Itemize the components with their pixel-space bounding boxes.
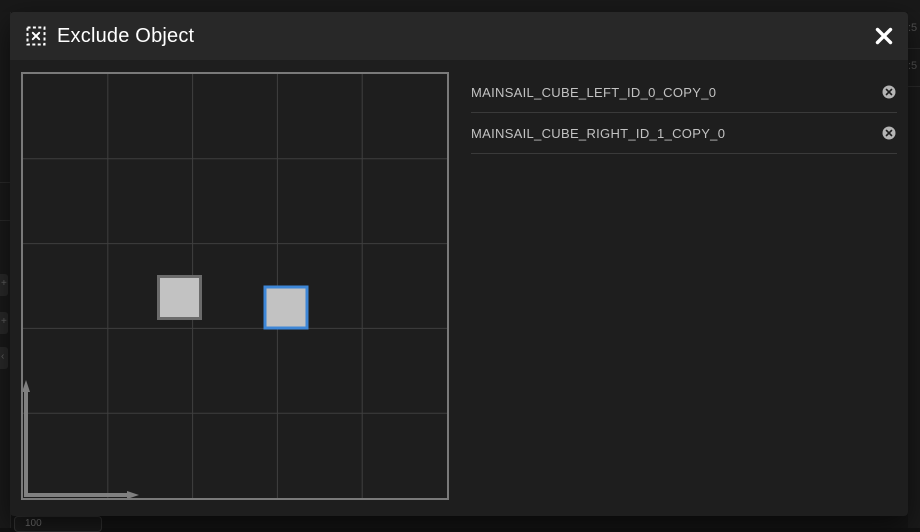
object-list: MAINSAIL_CUBE_LEFT_ID_0_COPY_0 MAINSAIL_… — [471, 72, 897, 154]
close-button[interactable] — [872, 24, 896, 48]
object-cube-left[interactable] — [159, 277, 201, 319]
background-divider — [0, 220, 10, 221]
grid — [23, 74, 447, 498]
background-button: + — [0, 312, 8, 334]
object-list-item[interactable]: MAINSAIL_CUBE_RIGHT_ID_1_COPY_0 — [471, 113, 897, 154]
dialog-title: Exclude Object — [57, 24, 194, 48]
plus-icon: + — [1, 278, 7, 289]
object-name: MAINSAIL_CUBE_LEFT_ID_0_COPY_0 — [471, 85, 716, 100]
background-right-cell: :5 — [908, 60, 920, 87]
exclude-object-dialog: Exclude Object — [10, 12, 908, 516]
background-divider — [0, 182, 10, 183]
close-circle-icon — [882, 85, 896, 99]
background-button: + — [0, 274, 8, 296]
background-right-panel: :5 :5 — [908, 12, 920, 528]
object-name: MAINSAIL_CUBE_RIGHT_ID_1_COPY_0 — [471, 126, 725, 141]
plus-icon: + — [1, 316, 7, 327]
bed-map[interactable] — [21, 72, 449, 500]
y-axis-arrowhead — [23, 380, 30, 392]
background-right-text: :5 — [908, 22, 917, 34]
object-cube-right-selected[interactable] — [265, 287, 307, 328]
background-right-text: :5 — [908, 60, 917, 72]
background-bottom-text: 100 — [25, 518, 42, 529]
bed-map-canvas — [23, 74, 447, 498]
origin-axes-icon — [23, 380, 139, 498]
background-bottom-field: 100 — [14, 516, 102, 532]
background-right-cell: :5 — [908, 22, 920, 49]
background-top-bar — [0, 0, 920, 12]
exclude-object-icon — [26, 26, 46, 46]
exclude-object-button[interactable] — [882, 126, 896, 140]
arrow-icon: ‹ — [1, 351, 4, 362]
dialog-header: Exclude Object — [10, 12, 908, 60]
close-icon — [875, 27, 893, 45]
background-button: ‹ — [0, 347, 8, 369]
close-circle-icon — [882, 126, 896, 140]
object-list-item[interactable]: MAINSAIL_CUBE_LEFT_ID_0_COPY_0 — [471, 72, 897, 113]
exclude-object-button[interactable] — [882, 85, 896, 99]
x-axis-arrowhead — [127, 491, 139, 498]
